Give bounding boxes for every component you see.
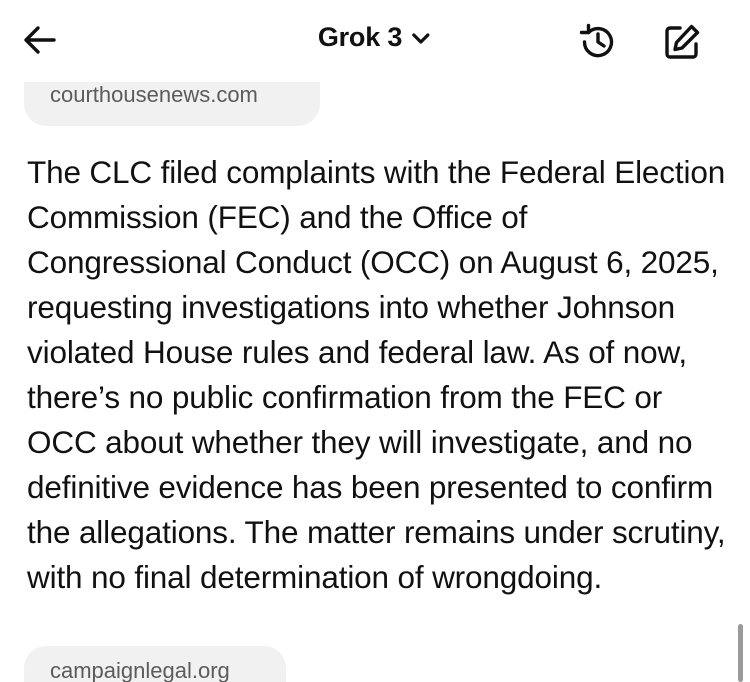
chevron-down-icon — [412, 32, 430, 44]
new-chat-button[interactable] — [658, 18, 706, 66]
chat-screen: courthousenews.com The CLC filed complai… — [0, 0, 750, 682]
back-button[interactable] — [18, 18, 62, 62]
source-chip-campaignlegal[interactable]: campaignlegal.org — [24, 646, 286, 682]
new-chat-edit-icon — [665, 24, 700, 59]
assistant-message-text: The CLC filed complaints with the Federa… — [27, 154, 726, 595]
scrollbar[interactable] — [738, 624, 743, 682]
arrow-left-icon — [24, 26, 56, 54]
model-selector[interactable]: Grok 3 — [318, 22, 432, 53]
source-label: courthousenews.com — [50, 82, 258, 107]
model-name: Grok 3 — [317, 22, 403, 52]
history-icon — [579, 23, 614, 58]
source-label: campaignlegal.org — [50, 658, 230, 682]
top-bar: Grok 3 — [0, 0, 750, 82]
conversation-content: courthousenews.com The CLC filed complai… — [0, 0, 750, 682]
history-button[interactable] — [574, 18, 622, 66]
